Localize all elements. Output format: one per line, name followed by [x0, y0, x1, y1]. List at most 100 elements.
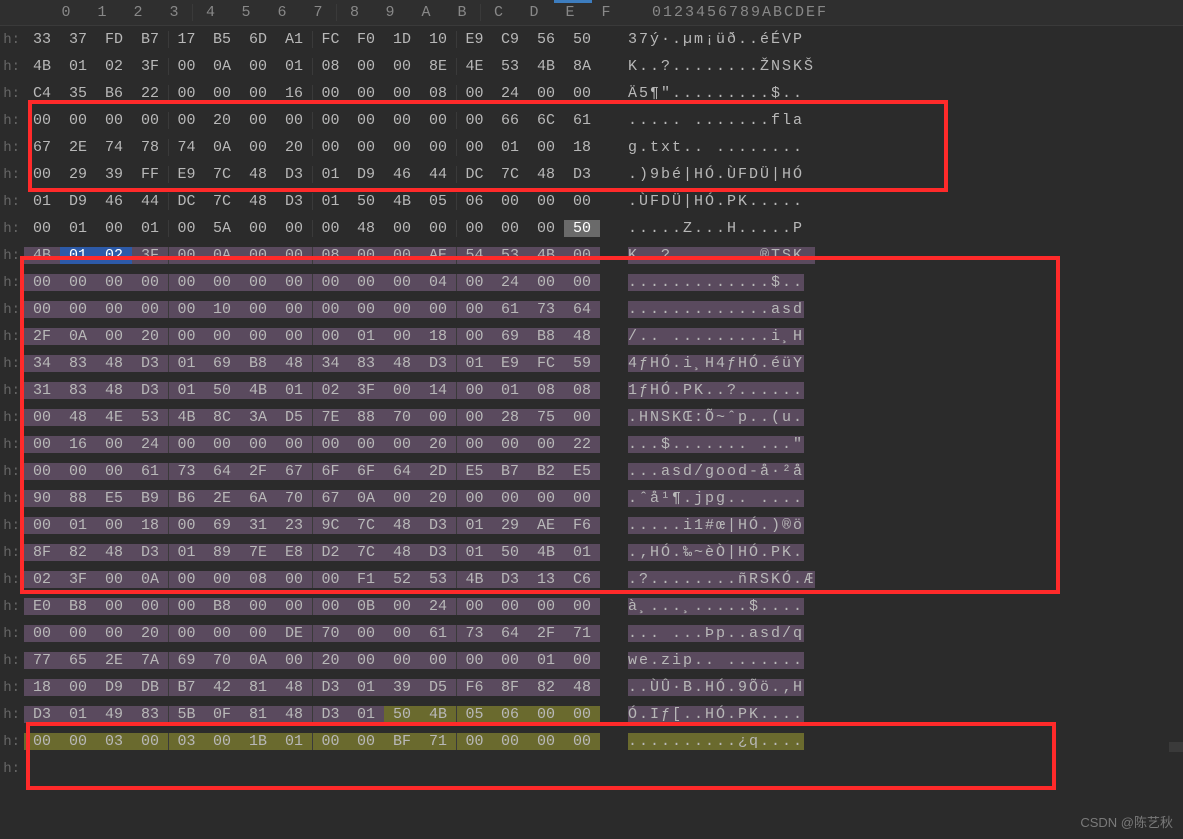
hex-byte[interactable]: E5 [456, 463, 492, 480]
hex-byte[interactable]: 00 [384, 652, 420, 669]
hex-byte[interactable]: 00 [24, 274, 60, 291]
hex-byte[interactable]: 74 [168, 139, 204, 156]
hex-byte[interactable]: 00 [168, 301, 204, 318]
hex-byte[interactable]: 3F [60, 571, 96, 588]
hex-byte[interactable]: 49 [96, 706, 132, 723]
hex-byte[interactable]: 00 [456, 112, 492, 129]
hex-byte[interactable]: 00 [348, 85, 384, 102]
hex-byte[interactable]: 00 [24, 625, 60, 642]
hex-byte[interactable]: 00 [528, 490, 564, 507]
hex-byte[interactable]: 00 [24, 436, 60, 453]
hex-byte[interactable]: 00 [564, 274, 600, 291]
hex-byte[interactable]: 53 [132, 409, 168, 426]
hex-byte[interactable]: 64 [492, 625, 528, 642]
ascii-text[interactable]: ..........¿q.... [628, 733, 804, 750]
hex-byte[interactable]: 81 [240, 706, 276, 723]
hex-byte[interactable]: 00 [348, 625, 384, 642]
ascii-text[interactable]: K..?........®TSK. [628, 247, 815, 264]
hex-byte[interactable]: 00 [348, 58, 384, 75]
hex-byte[interactable]: 00 [420, 220, 456, 237]
hex-byte[interactable]: 00 [276, 301, 312, 318]
hex-byte[interactable]: 01 [168, 382, 204, 399]
hex-byte[interactable]: 69 [204, 517, 240, 534]
hex-row[interactable]: h:00000000002000000000000000666C61..... … [0, 107, 1183, 134]
hex-byte[interactable]: 00 [456, 409, 492, 426]
hex-byte[interactable]: 48 [384, 544, 420, 561]
hex-byte[interactable]: 00 [312, 112, 348, 129]
ascii-text[interactable]: g.txt.. ........ [628, 139, 804, 156]
hex-byte[interactable]: 53 [420, 571, 456, 588]
hex-byte[interactable]: 53 [492, 58, 528, 75]
hex-byte[interactable]: 20 [276, 139, 312, 156]
hex-byte[interactable]: 44 [420, 166, 456, 183]
hex-byte[interactable]: B7 [132, 31, 168, 48]
hex-byte[interactable]: 08 [312, 247, 348, 264]
hex-byte[interactable]: 02 [24, 571, 60, 588]
hex-byte[interactable]: 00 [564, 193, 600, 210]
hex-byte[interactable]: 10 [420, 31, 456, 48]
hex-byte[interactable]: 4B [24, 247, 60, 264]
hex-byte[interactable]: 00 [204, 436, 240, 453]
ascii-text[interactable]: ...asd/good-å·²å [628, 463, 804, 480]
hex-byte[interactable]: 01 [348, 679, 384, 696]
hex-row[interactable]: h:C435B622000000160000000800240000Ä5¶"..… [0, 80, 1183, 107]
hex-byte[interactable]: 00 [168, 85, 204, 102]
hex-byte[interactable]: 00 [384, 382, 420, 399]
hex-byte[interactable]: 00 [384, 274, 420, 291]
hex-byte[interactable]: 00 [276, 247, 312, 264]
hex-byte[interactable]: 00 [564, 409, 600, 426]
hex-byte[interactable]: 00 [312, 571, 348, 588]
ascii-text[interactable]: .‚HÓ.‰~èÒ|HÓ.PK. [628, 544, 804, 561]
hex-byte[interactable]: 23 [276, 517, 312, 534]
hex-byte[interactable]: 69 [168, 652, 204, 669]
hex-cells[interactable]: C435B622000000160000000800240000 [24, 85, 600, 102]
hex-row[interactable]: h:0000030003001B010000BF7100000000......… [0, 728, 1183, 755]
hex-byte[interactable]: 01 [492, 139, 528, 156]
hex-byte[interactable]: 0A [240, 652, 276, 669]
hex-byte[interactable]: 48 [96, 544, 132, 561]
hex-byte[interactable]: 03 [96, 733, 132, 750]
hex-byte[interactable]: 00 [456, 85, 492, 102]
hex-byte[interactable]: 00 [564, 598, 600, 615]
hex-byte[interactable]: 00 [384, 247, 420, 264]
hex-byte[interactable]: 59 [564, 355, 600, 372]
hex-byte[interactable]: 00 [348, 733, 384, 750]
hex-byte[interactable]: B8 [204, 598, 240, 615]
hex-byte[interactable]: 20 [204, 112, 240, 129]
hex-byte[interactable]: 24 [492, 85, 528, 102]
hex-byte[interactable]: 33 [24, 31, 60, 48]
hex-byte[interactable]: F6 [456, 679, 492, 696]
hex-byte[interactable]: 7C [204, 193, 240, 210]
hex-byte[interactable]: 46 [96, 193, 132, 210]
hex-byte[interactable]: 10 [204, 301, 240, 318]
hex-byte[interactable]: 00 [240, 247, 276, 264]
hex-byte[interactable]: 6D [240, 31, 276, 48]
hex-byte[interactable]: 24 [492, 274, 528, 291]
hex-byte[interactable]: 13 [528, 571, 564, 588]
hex-byte[interactable]: 00 [528, 220, 564, 237]
ascii-text[interactable]: .....i1#œ|HÓ.)®ö [628, 517, 804, 534]
ascii-text[interactable]: ..ÙÛ·B.HÓ.9Õö.‚H [628, 679, 804, 696]
hex-byte[interactable]: D3 [132, 355, 168, 372]
hex-byte[interactable]: 06 [492, 706, 528, 723]
hex-byte[interactable]: 00 [96, 571, 132, 588]
ascii-text[interactable]: Ä5¶".........$.. [628, 85, 804, 102]
hex-byte[interactable]: 31 [24, 382, 60, 399]
hex-byte[interactable]: 29 [60, 166, 96, 183]
hex-byte[interactable]: 52 [384, 571, 420, 588]
hex-byte[interactable]: 5A [204, 220, 240, 237]
hex-byte[interactable]: F6 [564, 517, 600, 534]
hex-byte[interactable]: 00 [96, 112, 132, 129]
hex-byte[interactable]: 50 [492, 544, 528, 561]
hex-cells[interactable]: 00010018006931239C7C48D30129AEF6 [24, 517, 600, 534]
hex-byte[interactable]: 00 [96, 274, 132, 291]
hex-byte[interactable]: 00 [60, 274, 96, 291]
ascii-text[interactable]: .)9bé|HÓ.ÙFDÜ|HÓ [628, 166, 804, 183]
hex-byte[interactable]: 00 [204, 85, 240, 102]
hex-row[interactable]: h:77652E7A69700A002000000000000100we.zip… [0, 647, 1183, 674]
hex-byte[interactable]: 00 [384, 625, 420, 642]
hex-byte[interactable]: D5 [276, 409, 312, 426]
hex-cells[interactable]: 8F8248D301897EE8D27C48D301504B01 [24, 544, 600, 561]
hex-byte[interactable]: 06 [456, 193, 492, 210]
hex-byte[interactable]: 50 [564, 220, 600, 237]
